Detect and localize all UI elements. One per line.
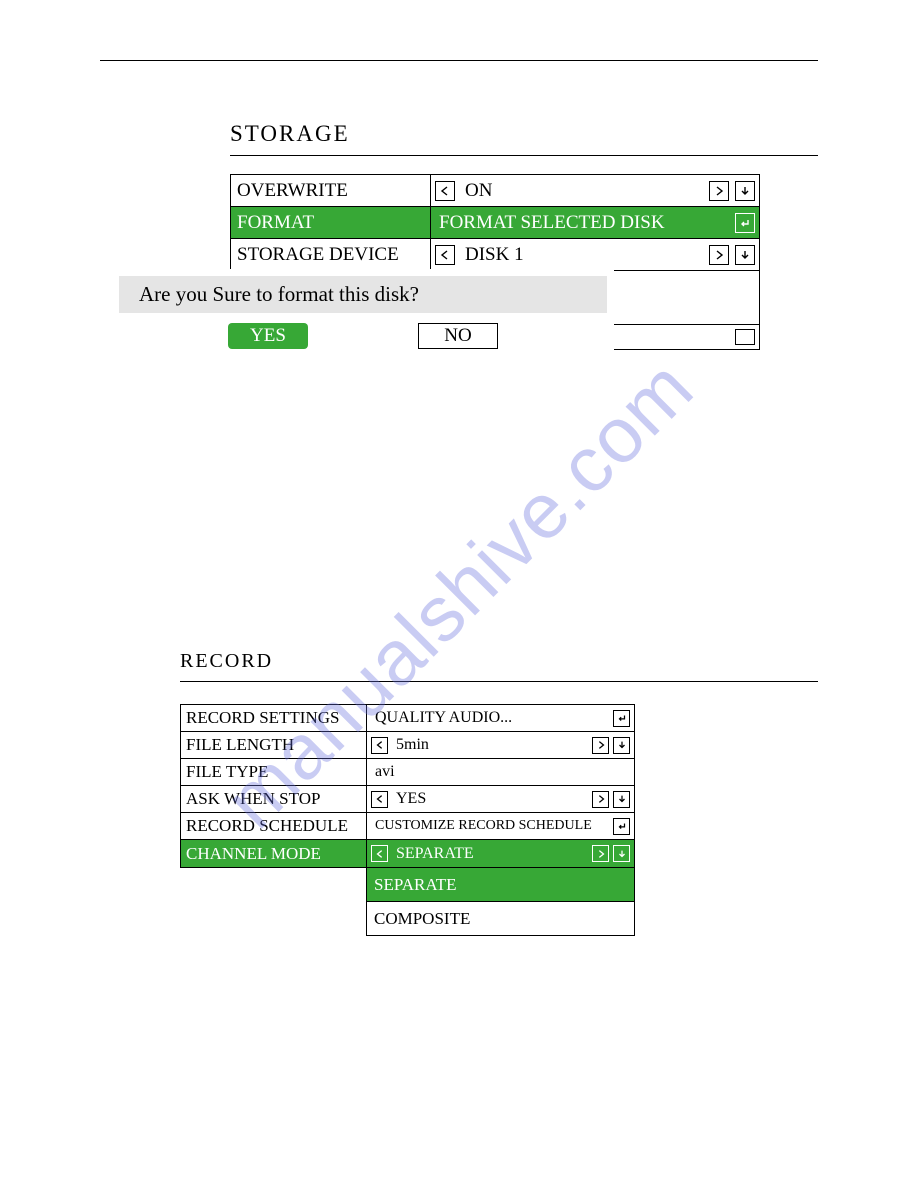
row-ask-when-stop: ASK WHEN STOP YES (181, 786, 634, 813)
arrow-left-icon[interactable] (435, 245, 455, 265)
ask-text: YES (392, 790, 588, 808)
arrow-left-icon[interactable] (371, 737, 388, 754)
record-title: RECORD (180, 650, 818, 673)
arrow-down-icon[interactable] (613, 845, 630, 862)
value-file-type: avi (367, 759, 634, 785)
arrow-left-icon[interactable] (371, 791, 388, 808)
arrow-down-icon[interactable] (735, 181, 755, 201)
channel-mode-text: SEPARATE (392, 845, 588, 863)
row-format: FORMAT FORMAT SELECTED DISK (231, 207, 759, 239)
label-overwrite: OVERWRITE (231, 175, 431, 206)
enter-icon[interactable] (613, 818, 630, 835)
arrow-right-icon[interactable] (592, 737, 609, 754)
no-button[interactable]: NO (418, 323, 498, 349)
dropdown-option-separate[interactable]: SEPARATE (367, 868, 634, 902)
top-rule (100, 60, 818, 61)
schedule-text: CUSTOMIZE RECORD SCHEDULE (371, 818, 609, 834)
format-confirm-dialog: Are you Sure to format this disk? YES NO (112, 269, 614, 362)
label-format: FORMAT (231, 207, 431, 238)
record-rule (180, 681, 818, 682)
format-text: FORMAT SELECTED DISK (435, 212, 729, 234)
value-ask-when-stop[interactable]: YES (367, 786, 634, 812)
device-text: DISK 1 (461, 244, 703, 266)
yes-button[interactable]: YES (228, 323, 308, 349)
row-record-settings: RECORD SETTINGS QUALITY AUDIO... (181, 705, 634, 732)
arrow-left-icon[interactable] (435, 181, 455, 201)
label-file-type: FILE TYPE (181, 759, 367, 785)
label-channel-mode: CHANNEL MODE (181, 840, 367, 867)
label-file-length: FILE LENGTH (181, 732, 367, 758)
row-storage-device: STORAGE DEVICE DISK 1 (231, 239, 759, 271)
value-overwrite[interactable]: ON (431, 175, 759, 206)
arrow-down-icon[interactable] (613, 791, 630, 808)
row-file-type: FILE TYPE avi (181, 759, 634, 786)
value-format[interactable]: FORMAT SELECTED DISK (431, 207, 759, 238)
value-file-length[interactable]: 5min (367, 732, 634, 758)
label-record-settings: RECORD SETTINGS (181, 705, 367, 731)
label-record-schedule: RECORD SCHEDULE (181, 813, 367, 839)
arrow-right-icon[interactable] (592, 791, 609, 808)
arrow-left-icon[interactable] (371, 845, 388, 862)
value-record-schedule[interactable]: CUSTOMIZE RECORD SCHEDULE (367, 813, 634, 839)
storage-title: STORAGE (230, 121, 818, 147)
value-storage-device[interactable]: DISK 1 (431, 239, 759, 270)
file-type-text: avi (371, 763, 630, 781)
arrow-down-icon[interactable] (735, 245, 755, 265)
label-ask-when-stop: ASK WHEN STOP (181, 786, 367, 812)
enter-icon[interactable] (735, 213, 755, 233)
row-channel-mode: CHANNEL MODE SEPARATE (181, 840, 634, 867)
value-channel-mode[interactable]: SEPARATE (367, 840, 634, 867)
arrow-right-icon[interactable] (709, 181, 729, 201)
value-record-settings[interactable]: QUALITY AUDIO... (367, 705, 634, 731)
row-file-length: FILE LENGTH 5min (181, 732, 634, 759)
arrow-right-icon[interactable] (592, 845, 609, 862)
dropdown-option-composite[interactable]: COMPOSITE (367, 902, 634, 936)
channel-mode-dropdown: SEPARATE COMPOSITE (366, 868, 635, 936)
file-length-text: 5min (392, 736, 588, 754)
row-overwrite: OVERWRITE ON (231, 175, 759, 207)
label-storage-device: STORAGE DEVICE (231, 239, 431, 270)
storage-rule (230, 155, 818, 156)
dialog-message: Are you Sure to format this disk? (119, 276, 607, 313)
row-record-schedule: RECORD SCHEDULE CUSTOMIZE RECORD SCHEDUL… (181, 813, 634, 840)
record-settings-text: QUALITY AUDIO... (371, 709, 609, 727)
overwrite-text: ON (461, 180, 703, 202)
dialog-buttons: YES NO (119, 323, 607, 349)
partial-icon (735, 329, 755, 345)
arrow-right-icon[interactable] (709, 245, 729, 265)
storage-panel: OVERWRITE ON FORMAT FORMAT SELECTED DISK… (100, 174, 818, 350)
arrow-down-icon[interactable] (613, 737, 630, 754)
enter-icon[interactable] (613, 710, 630, 727)
record-table: RECORD SETTINGS QUALITY AUDIO... FILE LE… (180, 704, 635, 868)
